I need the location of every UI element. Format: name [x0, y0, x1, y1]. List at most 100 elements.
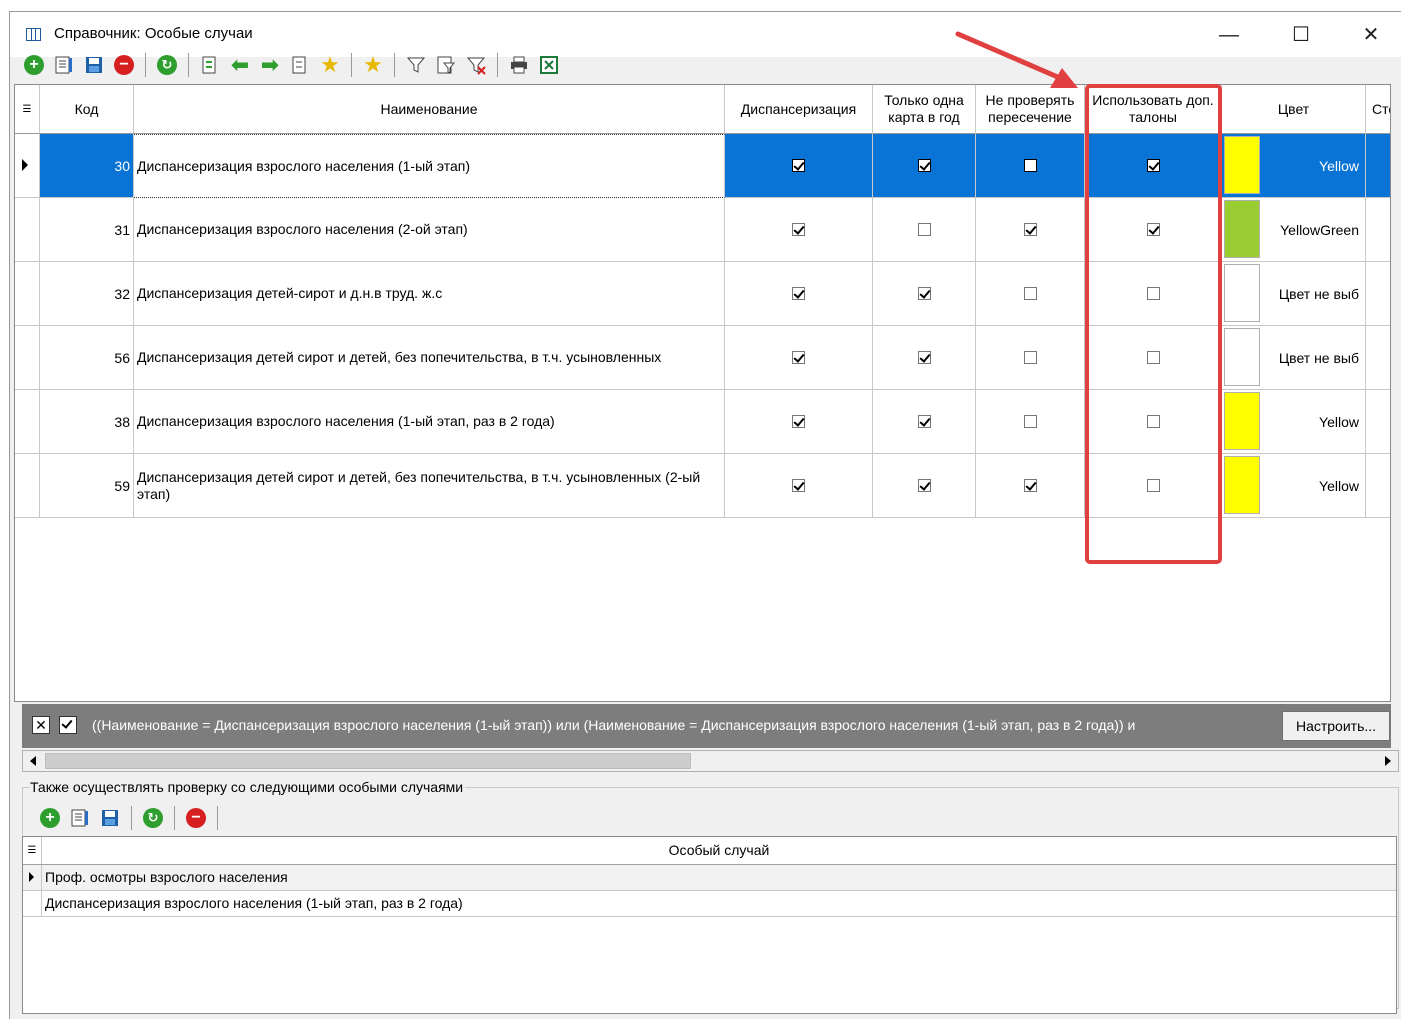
no-overlap-check-cell[interactable]	[976, 390, 1085, 454]
arrow-right-icon[interactable]: ➡	[258, 52, 282, 77]
row-indicator[interactable]	[15, 390, 40, 454]
filter-edit-icon[interactable]	[434, 53, 458, 77]
code-cell[interactable]: 30	[40, 134, 134, 198]
cost-cell[interactable]	[1366, 134, 1390, 198]
code-cell[interactable]: 32	[40, 262, 134, 326]
special-case-cell[interactable]: Проф. осмотры взрослого населения	[45, 865, 288, 890]
no-overlap-check-checkbox[interactable]	[1023, 223, 1037, 236]
once-per-year-checkbox[interactable]	[917, 287, 931, 300]
cost-cell[interactable]	[1366, 262, 1390, 326]
dispensary-checkbox[interactable]	[792, 351, 805, 364]
filter-setup-button[interactable]: Настроить...	[1282, 711, 1390, 741]
dispensary-cell[interactable]	[725, 198, 873, 262]
no-overlap-check-checkbox[interactable]	[1023, 415, 1037, 428]
color-cell[interactable]: Цвет не выб	[1222, 262, 1366, 326]
code-cell[interactable]: 38	[40, 390, 134, 454]
once-per-year-cell[interactable]	[873, 134, 976, 198]
once-per-year-cell[interactable]	[873, 262, 976, 326]
delete-icon[interactable]: −	[112, 53, 136, 77]
no-overlap-check-cell[interactable]	[976, 326, 1085, 390]
color-cell[interactable]: YellowGreen	[1222, 198, 1366, 262]
row-indicator[interactable]	[15, 326, 40, 390]
color-cell[interactable]: Yellow	[1222, 134, 1366, 198]
delete-icon[interactable]: −	[184, 806, 208, 830]
cost-cell[interactable]	[1366, 326, 1390, 390]
row-indicator[interactable]	[15, 454, 40, 518]
no-overlap-check-checkbox[interactable]	[1023, 159, 1037, 172]
no-overlap-check-checkbox[interactable]	[1023, 287, 1037, 300]
special-case-cell[interactable]: Диспансеризация взрослого населения (1-ы…	[45, 891, 463, 916]
dispensary-cell[interactable]	[725, 134, 873, 198]
cost-cell[interactable]	[1366, 198, 1390, 262]
refresh-icon[interactable]: ↻	[141, 806, 165, 830]
dispensary-checkbox[interactable]	[792, 287, 805, 300]
row-indicator-header[interactable]: ☰	[23, 837, 42, 864]
favorite-add-icon[interactable]: ★	[318, 52, 342, 77]
name-cell[interactable]: Диспансеризация взрослого населения (1-ы…	[134, 390, 725, 454]
refresh-icon[interactable]: ↻	[155, 53, 179, 77]
color-cell[interactable]: Yellow	[1222, 390, 1366, 454]
filter-close-button[interactable]: ✕	[32, 716, 50, 734]
once-per-year-checkbox[interactable]	[917, 223, 931, 236]
no-overlap-check-checkbox[interactable]	[1023, 479, 1037, 492]
code-cell[interactable]: 31	[40, 198, 134, 262]
once-per-year-checkbox[interactable]	[917, 351, 931, 364]
maximize-button[interactable]: ☐	[1278, 20, 1324, 50]
no-overlap-check-cell[interactable]	[976, 262, 1085, 326]
copy-icon[interactable]	[288, 53, 312, 77]
minimize-button[interactable]: —	[1206, 20, 1252, 50]
once-per-year-cell[interactable]	[873, 454, 976, 518]
dispensary-cell[interactable]	[725, 454, 873, 518]
column-header-no-overlap-check[interactable]: Не проверять пересечение	[976, 85, 1085, 134]
no-overlap-check-cell[interactable]	[976, 198, 1085, 262]
column-header-cost[interactable]: Сто	[1366, 85, 1390, 134]
row-indicator[interactable]	[15, 262, 40, 326]
dispensary-checkbox[interactable]	[792, 479, 805, 492]
column-header-once-per-year[interactable]: Только одна карта в год	[873, 85, 976, 134]
print-icon[interactable]	[507, 53, 531, 77]
column-header-code[interactable]: Код	[40, 85, 134, 134]
cost-cell[interactable]	[1366, 454, 1390, 518]
name-cell[interactable]: Диспансеризация взрослого населения (2-о…	[134, 198, 725, 262]
dispensary-cell[interactable]	[725, 390, 873, 454]
excel-icon[interactable]	[537, 53, 561, 77]
dispensary-checkbox[interactable]	[792, 415, 805, 428]
scrollbar-thumb[interactable]	[45, 753, 691, 769]
column-header-dispensary[interactable]: Диспансеризация	[725, 85, 873, 134]
once-per-year-checkbox[interactable]	[917, 479, 931, 492]
no-overlap-check-cell[interactable]	[976, 454, 1085, 518]
scroll-left-icon[interactable]	[24, 752, 42, 770]
save-icon[interactable]	[82, 53, 106, 77]
table-row[interactable]: Диспансеризация взрослого населения (1-ы…	[23, 891, 1396, 917]
favorite-icon[interactable]: ★	[361, 52, 385, 77]
name-cell[interactable]: Диспансеризация детей сирот и детей, без…	[134, 454, 725, 518]
column-header-color[interactable]: Цвет	[1222, 85, 1366, 134]
color-cell[interactable]: Цвет не выб	[1222, 326, 1366, 390]
code-cell[interactable]: 59	[40, 454, 134, 518]
once-per-year-checkbox[interactable]	[917, 159, 931, 172]
once-per-year-cell[interactable]	[873, 198, 976, 262]
close-button[interactable]: ✕	[1348, 20, 1394, 50]
dispensary-cell[interactable]	[725, 326, 873, 390]
code-cell[interactable]: 56	[40, 326, 134, 390]
name-cell[interactable]: Диспансеризация взрослого населения (1-ы…	[134, 134, 725, 198]
table-row[interactable]: Проф. осмотры взрослого населения	[23, 865, 1396, 891]
filter-clear-icon[interactable]	[464, 53, 488, 77]
once-per-year-cell[interactable]	[873, 390, 976, 454]
save-icon[interactable]	[98, 806, 122, 830]
no-overlap-check-cell[interactable]	[976, 134, 1085, 198]
edit-icon[interactable]	[52, 53, 76, 77]
once-per-year-checkbox[interactable]	[917, 415, 931, 428]
name-cell[interactable]: Диспансеризация детей-сирот и д.н.в труд…	[134, 262, 725, 326]
arrow-left-icon[interactable]: ⬅	[228, 52, 252, 77]
no-overlap-check-checkbox[interactable]	[1023, 351, 1037, 364]
column-header-name[interactable]: Наименование	[134, 85, 725, 134]
edit-icon[interactable]	[68, 806, 92, 830]
add-icon[interactable]: +	[22, 53, 46, 77]
add-icon[interactable]: +	[38, 806, 62, 830]
dispensary-cell[interactable]	[725, 262, 873, 326]
color-cell[interactable]: Yellow	[1222, 454, 1366, 518]
filter-enabled-checkbox[interactable]	[59, 716, 77, 734]
dispensary-checkbox[interactable]	[792, 159, 805, 172]
scroll-right-icon[interactable]	[1379, 752, 1397, 770]
